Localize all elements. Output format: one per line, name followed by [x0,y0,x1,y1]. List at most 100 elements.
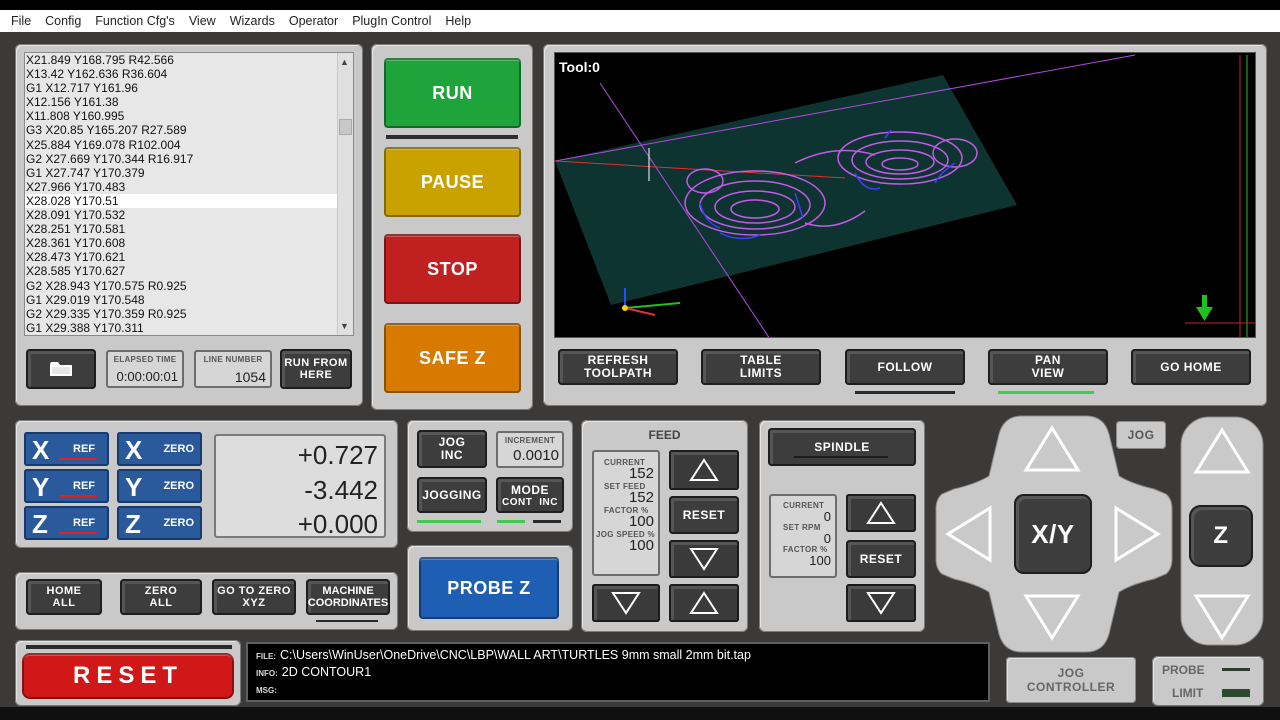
y-ref-button[interactable]: Y REF [24,469,109,503]
pause-button[interactable]: PAUSE [384,147,521,217]
menu-operator[interactable]: Operator [282,14,345,28]
menu-wizards[interactable]: Wizards [223,14,282,28]
load-file-button[interactable] [26,349,96,389]
set-feed-value: 152 [628,489,654,506]
triangle-up-icon [866,501,896,524]
safe-z-button[interactable]: SAFE Z [384,323,521,393]
set-rpm-value: 0 [823,531,831,546]
gcode-line[interactable]: X28.251 Y170.581 [25,222,353,236]
triangle-down-icon [866,592,896,615]
jog-y-plus-button[interactable] [1012,418,1092,480]
gcode-line[interactable]: X28.091 Y170.532 [25,208,353,222]
refresh-toolpath-button[interactable]: REFRESH TOOLPATH [558,349,678,385]
gcode-line[interactable]: X28.028 Y170.51 [25,193,353,209]
jog-controller-button[interactable]: JOG CONTROLLER [1006,657,1136,703]
jog-y-minus-button[interactable] [1012,586,1092,648]
gcode-line[interactable]: X21.849 Y168.795 R42.566 [25,53,353,67]
jog-mode-label: MODE [511,482,549,497]
elapsed-time-display: ELAPSED TIME 0:00:00:01 [106,350,184,388]
jog-speed-up-button[interactable] [669,584,739,622]
reset-button[interactable]: RESET [22,653,234,699]
gcode-line[interactable]: X28.473 Y170.621 [25,250,353,264]
zero-all-label-1: ZERO [144,585,178,597]
triangle-down-icon [1023,594,1081,641]
gcode-scrollbar[interactable]: ▲ ▼ [337,53,353,335]
go-home-button[interactable]: GO HOME [1131,349,1251,385]
run-from-here-button[interactable]: RUN FROM HERE [280,349,352,389]
probe-status-label: PROBE [1162,663,1205,677]
menu-config[interactable]: Config [38,14,88,28]
spindle-reset-button[interactable]: RESET [846,540,916,578]
feed-up-button[interactable] [669,450,739,490]
gcode-line[interactable]: X27.966 Y170.483 [25,180,353,194]
spindle-up-button[interactable] [846,494,916,532]
gcode-line[interactable]: G3 X20.85 Y165.207 R27.589 [25,123,353,137]
jog-mode-button[interactable]: MODE CONT INC [496,477,564,513]
spindle-button[interactable]: SPINDLE [768,428,916,466]
jog-badge[interactable]: JOG [1116,421,1166,449]
x-ref-button[interactable]: X REF [24,432,109,466]
jog-speed-down-button[interactable] [592,584,660,622]
gcode-line[interactable]: X12.156 Y161.38 [25,95,353,109]
jog-x-plus-button[interactable] [1106,494,1168,574]
gcode-line[interactable]: X25.884 Y169.078 R102.004 [25,138,353,152]
gcode-line[interactable]: G1 X29.019 Y170.548 [25,293,353,307]
gcode-line[interactable]: G2 X29.335 Y170.359 R0.925 [25,307,353,321]
z-ref-button[interactable]: Z REF [24,506,109,540]
dro-display: +0.727 -3.442 +0.000 [214,434,386,539]
scroll-up-icon[interactable]: ▲ [340,55,349,69]
gcode-line[interactable]: G1 X29.388 Y170.311 [25,321,353,335]
gcode-list[interactable]: X21.849 Y168.795 R42.566 X13.42 Y162.636 … [24,52,354,336]
gcode-line[interactable]: G2 X28.943 Y170.575 R0.925 [25,279,353,293]
scroll-thumb[interactable] [339,119,352,135]
x-zero-button[interactable]: X ZERO [117,432,202,466]
xy-toggle-button[interactable]: X/Y [1014,494,1092,574]
feed-down-button[interactable] [669,540,739,578]
zero-all-button[interactable]: ZERO ALL [120,579,202,615]
title-strip [0,0,1280,10]
run-button[interactable]: RUN [384,58,521,128]
jog-z-minus-button[interactable] [1186,586,1258,648]
scroll-down-icon[interactable]: ▼ [340,319,349,333]
limit-status-label: LIMIT [1172,686,1204,700]
feed-reset-button[interactable]: RESET [669,496,739,534]
y-axis-letter: Y [32,472,50,502]
gcode-line[interactable]: G1 X27.747 Y170.379 [25,166,353,180]
triangle-left-icon [945,505,992,563]
jog-mode-indicator-inc [533,520,561,523]
y-zero-letter: Y [125,472,143,502]
go-to-zero-button[interactable]: GO TO ZERO XYZ [212,579,296,615]
home-all-label-1: HOME [46,585,82,597]
pan-view-button[interactable]: PAN VIEW [988,349,1108,385]
gcode-line[interactable]: G2 X27.669 Y170.344 R16.917 [25,152,353,166]
machine-coordinates-button[interactable]: MACHINE COORDINATES [306,579,390,615]
probe-z-button[interactable]: PROBE Z [419,557,559,619]
table-limits-button[interactable]: TABLE LIMITS [701,349,821,385]
gcode-line[interactable]: X13.42 Y162.636 R36.604 [25,67,353,81]
z-toggle-button[interactable]: Z [1189,505,1253,567]
y-zero-button[interactable]: Y ZERO [117,469,202,503]
msg-key: MSG: [256,686,277,695]
spindle-down-button[interactable] [846,584,916,622]
jog-x-minus-button[interactable] [938,494,1000,574]
menu-view[interactable]: View [182,14,223,28]
spindle-label: SPINDLE [814,440,870,454]
gcode-line[interactable]: X11.808 Y160.995 [25,109,353,123]
home-all-button[interactable]: HOME ALL [26,579,102,615]
stop-button[interactable]: STOP [384,234,521,304]
follow-button[interactable]: FOLLOW [845,349,965,385]
jogging-button[interactable]: JOGGING [417,477,487,513]
gcode-line[interactable]: X28.361 Y170.608 [25,236,353,250]
menu-help[interactable]: Help [438,14,478,28]
feed-reset-label: RESET [682,508,726,522]
jog-z-plus-button[interactable] [1186,420,1258,482]
feed-current-value: 152 [628,465,654,482]
gcode-line[interactable]: X28.585 Y170.627 [25,264,353,278]
menu-function-cfgs[interactable]: Function Cfg's [88,14,182,28]
menu-plugin-control[interactable]: PlugIn Control [345,14,438,28]
jog-inc-button[interactable]: JOG INC [417,430,487,468]
z-zero-button[interactable]: Z ZERO [117,506,202,540]
gcode-line[interactable]: G1 X12.717 Y161.96 [25,81,353,95]
toolpath-viewport[interactable]: Tool:0 [554,52,1256,338]
menu-file[interactable]: File [4,14,38,28]
